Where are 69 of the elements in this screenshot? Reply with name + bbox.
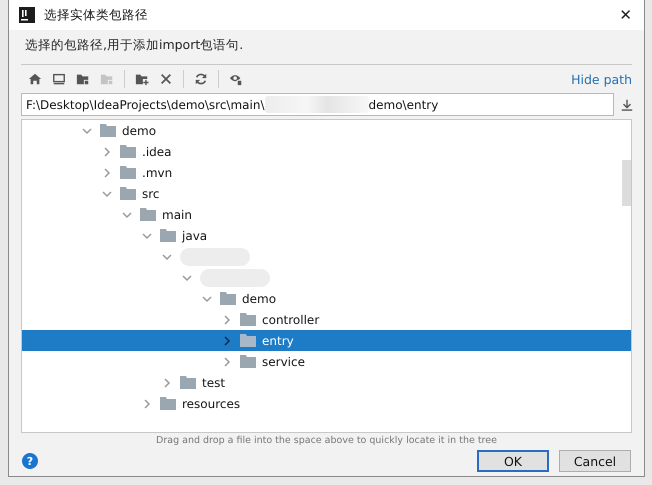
delete-icon[interactable] [159, 72, 173, 86]
chevron-right-icon[interactable] [162, 378, 172, 388]
tree-item-label: demo [122, 124, 156, 138]
download-icon[interactable] [620, 98, 634, 112]
chevron-down-icon[interactable] [82, 126, 92, 136]
app-icon [19, 7, 35, 23]
chevron-down-icon[interactable] [182, 272, 192, 282]
tree-item-label: java [182, 228, 208, 242]
folder-icon [120, 145, 136, 158]
tree-row[interactable]: entry [22, 330, 631, 351]
eye-icon[interactable] [229, 72, 243, 86]
chevron-down-icon[interactable] [162, 252, 172, 262]
chevron-down-icon[interactable] [122, 210, 132, 220]
folder-icon [160, 397, 176, 410]
dialog-button[interactable]: OK [477, 450, 549, 472]
new-folder-icon[interactable] [135, 72, 149, 86]
desktop-icon[interactable] [52, 72, 66, 86]
refresh-icon[interactable] [194, 72, 208, 86]
close-button[interactable]: ✕ [617, 6, 634, 24]
folder-icon [240, 355, 256, 368]
tree-row[interactable]: src [22, 183, 631, 204]
tree-row[interactable]: resources [22, 393, 631, 414]
tree-item-label: .idea [142, 144, 172, 158]
folder-icon [120, 166, 136, 179]
hint-text: Drag and drop a file into the space above to quickly locate it in the tree [155, 434, 498, 446]
chevron-down-icon[interactable] [142, 230, 152, 240]
tree-item-label: entry [262, 334, 294, 348]
chevron-down-icon[interactable] [202, 294, 212, 304]
folder-icon [100, 124, 116, 137]
tree-item-label: controller [262, 312, 320, 326]
chevron-right-icon[interactable] [222, 336, 232, 346]
chevron-right-icon[interactable] [222, 356, 232, 366]
chevron-right-icon[interactable] [102, 168, 112, 178]
description-text: 选择的包路径,用于添加import包语句. [24, 36, 244, 54]
folder-icon[interactable] [76, 72, 90, 86]
chevron-right-icon[interactable] [222, 314, 232, 324]
scrollbar-thumb[interactable] [622, 160, 631, 206]
tree-row[interactable]: main [22, 204, 631, 225]
tree-row[interactable]: demo [22, 120, 631, 141]
chevron-down-icon[interactable] [102, 188, 112, 198]
tree-row[interactable]: .mvn [22, 162, 631, 183]
tree-item-label: src [142, 186, 160, 200]
tree-item-label: service [262, 354, 305, 368]
tree-item-label: resources [182, 396, 240, 410]
tree-item-label: demo [242, 292, 276, 306]
tree-row[interactable]: demo [22, 288, 631, 309]
tree-row[interactable]: java [22, 225, 631, 246]
tree-row[interactable]: .idea [22, 141, 631, 162]
home-icon[interactable] [28, 72, 42, 86]
tree-item-label: test [202, 376, 226, 390]
folder-icon [160, 229, 176, 242]
folder-icon [180, 376, 196, 389]
folder-icon [120, 187, 136, 200]
tree-row[interactable]: service [22, 351, 631, 372]
folder-icon [240, 334, 256, 347]
help-button[interactable]: ? [22, 453, 38, 469]
folder-icon [220, 292, 236, 305]
tree-row[interactable]: test [22, 372, 631, 393]
chevron-right-icon[interactable] [102, 146, 112, 156]
tree-item-label: main [162, 208, 192, 222]
tree-row[interactable]: controller [22, 309, 631, 330]
path-field[interactable]: F:\Desktop\IdeaProjects\demo\src\main\ demo\entry [21, 93, 614, 116]
chevron-right-icon[interactable] [142, 398, 152, 408]
folder-icon [240, 313, 256, 326]
folder-icon [140, 208, 156, 221]
tree-item-label: .mvn [142, 166, 172, 180]
hide-path-link[interactable]: Hide path [571, 72, 632, 86]
window-title: 选择实体类包路径 [44, 6, 148, 24]
dialog-button[interactable]: Cancel [559, 450, 631, 472]
